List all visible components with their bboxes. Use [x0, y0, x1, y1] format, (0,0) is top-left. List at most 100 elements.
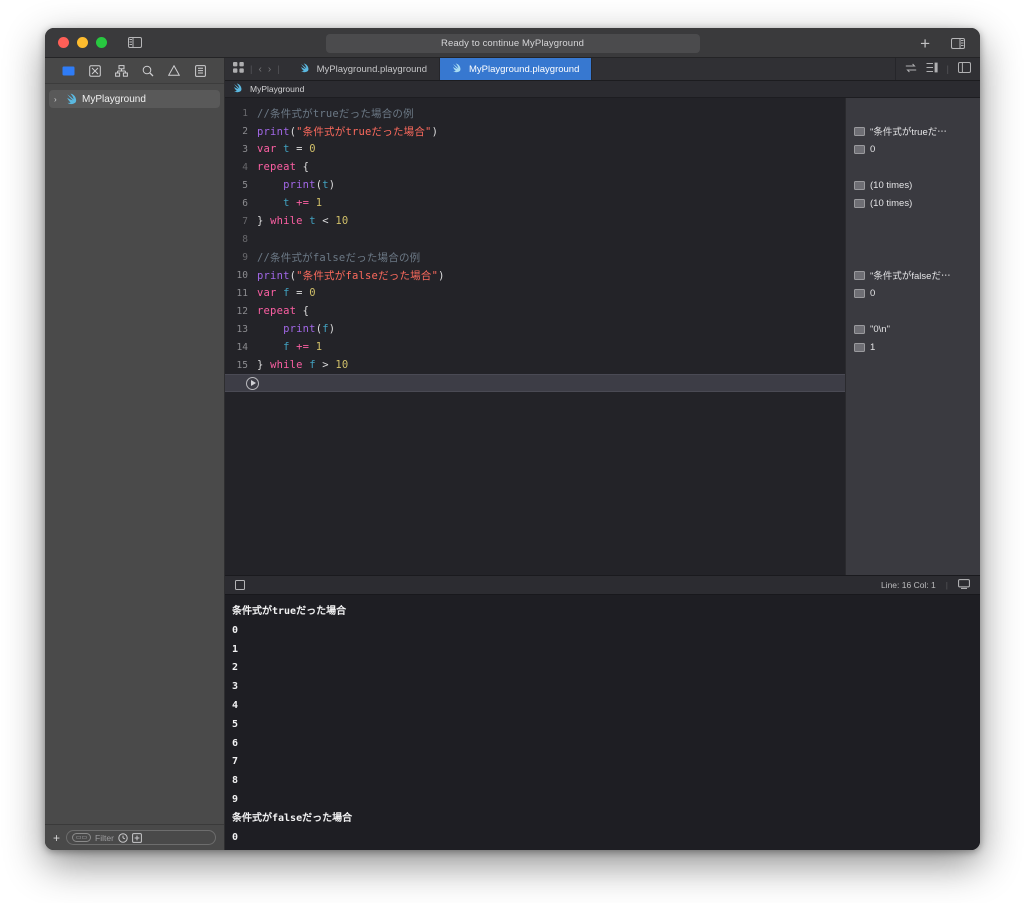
line-number: 12 [236, 305, 248, 317]
result-row[interactable] [846, 356, 980, 374]
result-row[interactable] [846, 212, 980, 230]
add-file-button[interactable]: + [53, 832, 60, 844]
result-quicklook-icon[interactable] [854, 198, 865, 208]
result-row[interactable]: "条件式がtrueだ⋯ [846, 122, 980, 140]
search-icon[interactable] [140, 63, 155, 78]
editor-tab-1[interactable]: MyPlayground.playground [288, 58, 440, 80]
code-line-14[interactable]: 14 f += 1 [225, 338, 845, 356]
result-value: 0 [870, 287, 876, 299]
result-quicklook-icon[interactable] [854, 126, 865, 136]
navigator-filter-bar: + ▭▭ Filter [45, 824, 224, 850]
token-plain: ) [438, 269, 445, 282]
add-editor-button[interactable]: + [920, 35, 930, 52]
line-number: 3 [242, 143, 248, 155]
chevron-right-icon[interactable]: › [54, 95, 62, 104]
code-line-7[interactable]: 7} while t < 10 [225, 212, 845, 230]
result-row[interactable]: 0 [846, 140, 980, 158]
line-number: 8 [242, 233, 248, 245]
code-line-4[interactable]: 4 repeat { [225, 158, 845, 176]
navigator-panel: › MyPlayground + ▭▭ Filter [45, 58, 225, 850]
code-line-1[interactable]: 1 //条件式がtrueだった場合の例 [225, 104, 845, 122]
result-quicklook-icon[interactable] [854, 180, 865, 190]
code-line-15[interactable]: 15} while f > 10 [225, 356, 845, 374]
playground-execute-line[interactable] [225, 374, 845, 392]
console-line: 9 [232, 793, 239, 805]
result-row[interactable] [846, 104, 980, 122]
result-row[interactable]: "0\n" [846, 320, 980, 338]
filter-input[interactable]: ▭▭ Filter [66, 830, 216, 845]
line-number: 14 [236, 341, 248, 353]
filter-scope-pill[interactable]: ▭▭ [72, 833, 92, 842]
code-line-12[interactable]: 12 repeat { [225, 302, 845, 320]
result-quicklook-icon[interactable] [854, 342, 865, 352]
result-row[interactable] [846, 248, 980, 266]
result-quicklook-icon[interactable] [854, 144, 865, 154]
console-line: 条件式がtrueだった場合 [232, 606, 347, 617]
add-box-icon[interactable] [132, 832, 142, 843]
editor-options-icon[interactable] [926, 62, 938, 76]
code-line-6[interactable]: 6 t += 1 [225, 194, 845, 212]
code-line-3[interactable]: 3 var t = 0 [225, 140, 845, 158]
token-kw: += [296, 197, 310, 209]
token-plain: = [289, 287, 310, 299]
sidebar-toggle-icon[interactable] [125, 35, 145, 51]
code-line-13[interactable]: 13 print(f) [225, 320, 845, 338]
code-line-2[interactable]: 2 print("条件式がtrueだった場合") [225, 122, 845, 140]
code-line-10[interactable]: 10 print("条件式がfalseだった場合") [225, 266, 845, 284]
token-plain: { [296, 305, 310, 317]
zoom-button[interactable] [96, 37, 107, 48]
result-row[interactable]: 1 [846, 338, 980, 356]
symbol-hierarchy-icon[interactable] [114, 63, 129, 78]
console-line: 2 [232, 662, 239, 674]
assistant-editor-icon[interactable] [905, 63, 917, 76]
clock-icon[interactable] [118, 832, 128, 843]
console-line: 7 [232, 756, 239, 768]
window-body: › MyPlayground + ▭▭ Filter | ‹ › | MyPla… [45, 58, 980, 850]
console-panel-icon[interactable] [958, 579, 970, 591]
report-icon[interactable] [193, 63, 208, 78]
tabbar-divider-2: | [277, 63, 280, 75]
inspector-toggle-icon[interactable] [948, 35, 968, 51]
code-line-content: var t = 0 [257, 143, 845, 155]
result-row[interactable] [846, 230, 980, 248]
tabbar-right-controls: | [896, 58, 980, 80]
result-quicklook-icon[interactable] [854, 288, 865, 298]
tab-grid-icon[interactable] [233, 62, 244, 76]
breadcrumb[interactable]: MyPlayground [225, 81, 980, 98]
result-row[interactable]: 0 [846, 284, 980, 302]
line-number: 13 [236, 323, 248, 335]
line-number: 2 [242, 125, 248, 137]
result-row[interactable]: "条件式がfalseだ⋯ [846, 266, 980, 284]
debug-console-output[interactable]: 条件式がtrueだった場合 0 1 2 3 4 5 6 7 8 9 条件式がfalseだった場合 0 [225, 595, 980, 850]
source-control-icon[interactable] [87, 63, 102, 78]
source-code-editor[interactable]: 1 //条件式がtrueだった場合の例 2 print("条件式がtrueだった場合"… [225, 98, 845, 575]
result-quicklook-icon[interactable] [854, 270, 865, 280]
folder-icon[interactable] [61, 63, 76, 78]
project-navigator-tree: › MyPlayground [45, 84, 224, 824]
traffic-light-controls [45, 37, 107, 48]
console-toggle-icon[interactable] [235, 580, 245, 590]
back-chevron-icon[interactable]: ‹ [258, 64, 261, 75]
token-num: 0 [309, 143, 316, 155]
code-line-content: var f = 0 [257, 287, 845, 299]
result-row[interactable]: (10 times) [846, 194, 980, 212]
code-line-content: repeat { [257, 305, 845, 317]
code-line-11[interactable]: 11 var f = 0 [225, 284, 845, 302]
line-number: 4 [242, 161, 248, 173]
navigator-item-myplayground[interactable]: › MyPlayground [49, 90, 220, 108]
result-row[interactable]: (10 times) [846, 176, 980, 194]
result-row[interactable] [846, 158, 980, 176]
close-button[interactable] [58, 37, 69, 48]
minimize-button[interactable] [77, 37, 88, 48]
issue-warning-icon[interactable] [167, 63, 182, 78]
code-line-9[interactable]: 9 //条件式がfalseだった場合の例 [225, 248, 845, 266]
inspector-panel-icon[interactable] [958, 62, 971, 76]
code-line-8[interactable]: 8 [225, 230, 845, 248]
result-row[interactable] [846, 302, 980, 320]
forward-chevron-icon[interactable]: › [268, 64, 271, 75]
result-quicklook-icon[interactable] [854, 324, 865, 334]
code-line-5[interactable]: 5 print(t) [225, 176, 845, 194]
run-playground-button[interactable] [246, 376, 259, 390]
editor-tab-2[interactable]: MyPlayground.playground [440, 58, 593, 80]
debugbar-divider: | [945, 580, 948, 590]
